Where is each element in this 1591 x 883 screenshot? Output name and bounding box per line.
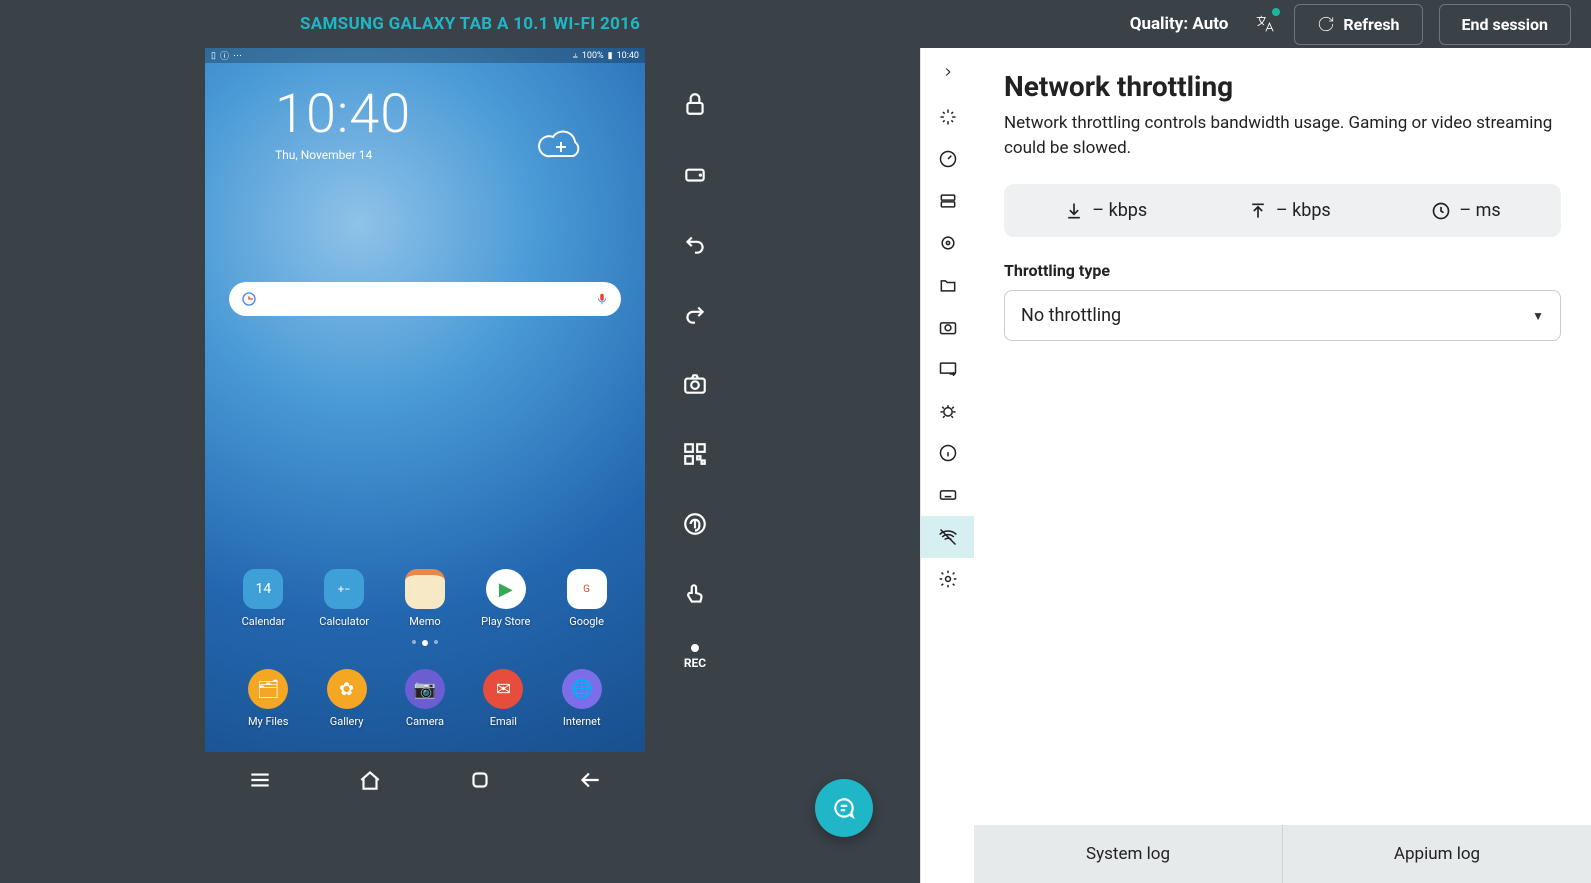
panel-title: Network throttling <box>1004 70 1561 103</box>
homescreen-apps: 14 Calendar +− Calculator Memo ▶ Play St… <box>205 569 645 628</box>
end-session-button[interactable]: End session <box>1439 4 1571 45</box>
stat-latency: – ms <box>1431 200 1500 221</box>
nav-overview-button[interactable] <box>467 767 493 797</box>
collapse-panel-button[interactable] <box>921 48 974 96</box>
android-nav-bar <box>205 752 645 812</box>
throttling-type-label: Throttling type <box>1004 261 1561 280</box>
download-icon <box>1064 201 1084 221</box>
status-left: ▯ ⓘ ⋯ <box>211 49 242 62</box>
wifi-icon: ⫨ <box>573 51 578 61</box>
tap-button[interactable] <box>675 574 715 614</box>
calendar-icon: 14 <box>243 569 283 609</box>
top-header: SAMSUNG GALAXY TAB A 10.1 WI-FI 2016 Qua… <box>0 0 1591 48</box>
network-throttling-panel: Network throttling Network throttling co… <box>974 48 1591 883</box>
throttle-stats: – kbps – kbps – ms <box>1004 184 1561 237</box>
dock-camera[interactable]: 📷 Camera <box>392 669 458 728</box>
app-memo[interactable]: Memo <box>392 569 458 628</box>
notification-dot <box>1272 8 1280 16</box>
chat-bubble-button[interactable] <box>815 779 873 837</box>
lock-button[interactable] <box>675 84 715 124</box>
sim-icon: ▯ <box>211 51 216 61</box>
nav-menu-button[interactable] <box>247 767 273 797</box>
email-icon: ✉ <box>483 669 523 709</box>
language-icon[interactable] <box>1250 10 1278 38</box>
more-icon: ⋯ <box>233 51 242 61</box>
chevron-down-icon: ▼ <box>1532 309 1544 323</box>
screenshot-button[interactable] <box>675 364 715 404</box>
side-tool-rail <box>920 48 974 883</box>
rail-info[interactable] <box>921 432 974 474</box>
dock-gallery[interactable]: ✿ Gallery <box>314 669 380 728</box>
panel-description: Network throttling controls bandwidth us… <box>1004 111 1561 160</box>
mic-icon[interactable] <box>595 292 609 306</box>
google-search-bar[interactable] <box>229 282 621 316</box>
app-calculator[interactable]: +− Calculator <box>311 569 377 628</box>
homescreen-dock: 🗂 My Files ✿ Gallery 📷 Camera ✉ Email <box>205 669 645 728</box>
page-indicator <box>205 640 645 646</box>
dock-internet[interactable]: 🌐 Internet <box>549 669 615 728</box>
refresh-button[interactable]: Refresh <box>1294 4 1422 45</box>
qr-button[interactable] <box>675 434 715 474</box>
battery-icon: ▮ <box>608 51 613 61</box>
stat-upload: – kbps <box>1248 200 1331 221</box>
end-session-label: End session <box>1462 15 1548 34</box>
rail-bug[interactable] <box>921 390 974 432</box>
info-icon: ⓘ <box>220 49 229 62</box>
camera-icon: 📷 <box>405 669 445 709</box>
cloud-add-icon[interactable] <box>537 128 585 164</box>
device-title: SAMSUNG GALAXY TAB A 10.1 WI-FI 2016 <box>300 14 640 34</box>
throttling-type-value: No throttling <box>1021 305 1121 326</box>
refresh-label: Refresh <box>1343 15 1399 34</box>
rail-gauge[interactable] <box>921 138 974 180</box>
rail-sparkle[interactable] <box>921 96 974 138</box>
clock-time: 10:40 <box>275 83 645 146</box>
rail-server[interactable] <box>921 180 974 222</box>
device-column: ▯ ⓘ ⋯ ⫨ 100% ▮ 10:40 10:40 Thu, November… <box>0 48 920 883</box>
tab-appium-log[interactable]: Appium log <box>1282 825 1591 883</box>
app-calendar[interactable]: 14 Calendar <box>230 569 296 628</box>
dock-email[interactable]: ✉ Email <box>470 669 536 728</box>
device-controls-column: REC <box>675 48 715 670</box>
nav-home-button[interactable] <box>357 767 383 797</box>
rail-keyboard[interactable] <box>921 474 974 516</box>
internet-icon: 🌐 <box>562 669 602 709</box>
rail-display-settings[interactable] <box>921 348 974 390</box>
folder-icon: 🗂 <box>248 669 288 709</box>
throttling-type-select[interactable]: No throttling ▼ <box>1004 290 1561 341</box>
status-right: ⫨ 100% ▮ 10:40 <box>573 51 639 61</box>
nav-back-button[interactable] <box>577 767 603 797</box>
app-google[interactable]: G Google <box>554 569 620 628</box>
rail-location[interactable] <box>921 222 974 264</box>
fingerprint-button[interactable] <box>675 504 715 544</box>
app-playstore[interactable]: ▶ Play Store <box>473 569 539 628</box>
rotate-button[interactable] <box>675 154 715 194</box>
google-folder-icon: G <box>567 569 607 609</box>
rail-settings[interactable] <box>921 558 974 600</box>
rail-camera[interactable] <box>921 306 974 348</box>
redo-button[interactable] <box>675 294 715 334</box>
playstore-icon: ▶ <box>486 569 526 609</box>
dock-myfiles[interactable]: 🗂 My Files <box>235 669 301 728</box>
tab-system-log[interactable]: System log <box>974 825 1282 883</box>
rail-network-throttling[interactable] <box>921 516 974 558</box>
memo-icon <box>405 569 445 609</box>
quality-indicator[interactable]: Quality: Auto <box>1130 14 1229 34</box>
undo-button[interactable] <box>675 224 715 264</box>
upload-icon <box>1248 201 1268 221</box>
gallery-icon: ✿ <box>327 669 367 709</box>
battery-pct: 100% <box>582 51 604 61</box>
android-status-bar: ▯ ⓘ ⋯ ⫨ 100% ▮ 10:40 <box>205 48 645 63</box>
main-area: ▯ ⓘ ⋯ ⫨ 100% ▮ 10:40 10:40 Thu, November… <box>0 48 1591 883</box>
rail-files[interactable] <box>921 264 974 306</box>
stat-download: – kbps <box>1064 200 1147 221</box>
google-icon <box>241 291 257 307</box>
status-time: 10:40 <box>617 51 639 61</box>
clock-icon <box>1431 201 1451 221</box>
record-button[interactable]: REC <box>675 644 715 670</box>
clock-date: Thu, November 14 <box>275 148 645 162</box>
homescreen-clock: 10:40 Thu, November 14 <box>275 83 645 162</box>
device-screen[interactable]: ▯ ⓘ ⋯ ⫨ 100% ▮ 10:40 10:40 Thu, November… <box>205 48 645 752</box>
log-tabs: System log Appium log <box>974 825 1591 883</box>
calculator-icon: +− <box>324 569 364 609</box>
